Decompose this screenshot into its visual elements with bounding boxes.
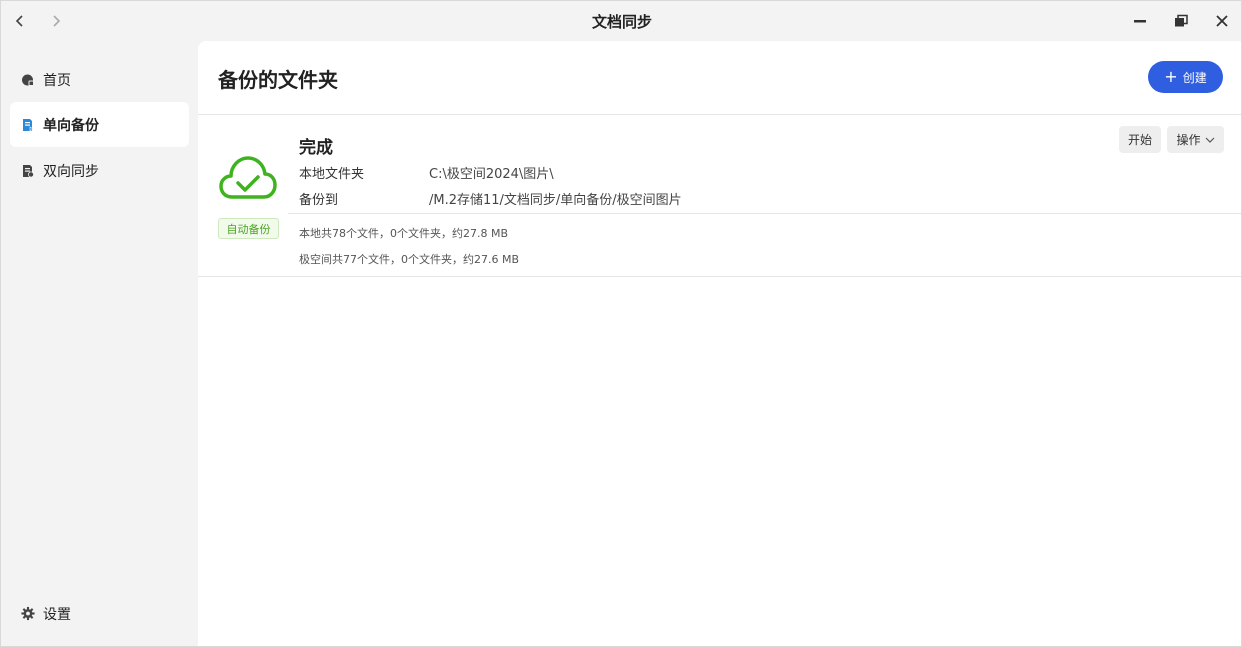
local-folder-label: 本地文件夹 [299, 167, 365, 182]
backup-target-path: /M.2存储11/文档同步/单向备份/极空间图片 [429, 193, 682, 208]
home-icon [21, 73, 35, 87]
close-button[interactable] [1210, 9, 1234, 33]
cloud-check-icon [219, 156, 277, 199]
local-folder-path: C:\极空间2024\图片\ [429, 167, 554, 182]
sidebar-item-label: 首页 [43, 72, 71, 89]
remote-stats: 极空间共77个文件，0个文件夹，约27.6 MB [299, 253, 520, 266]
task-status: 完成 [299, 138, 333, 158]
sidebar-item-label: 单向备份 [43, 117, 99, 134]
sidebar-item-two-way-sync[interactable]: 双向同步 [10, 148, 189, 193]
auto-backup-badge: 自动备份 [218, 218, 279, 239]
chevron-down-icon [1205, 136, 1215, 144]
operations-dropdown[interactable]: 操作 [1167, 126, 1224, 153]
minimize-icon [1134, 20, 1146, 23]
sidebar-item-label: 双向同步 [43, 163, 99, 180]
sidebar-item-label: 设置 [43, 606, 71, 623]
sidebar: 首页 单向备份 双向同步 设置 [1, 41, 197, 646]
start-button[interactable]: 开始 [1119, 126, 1161, 153]
restore-button[interactable] [1169, 9, 1193, 33]
sidebar-item-one-way-backup[interactable]: 单向备份 [10, 102, 189, 147]
minimize-button[interactable] [1128, 9, 1152, 33]
close-icon [1216, 15, 1228, 27]
sidebar-item-settings[interactable]: 设置 [10, 591, 189, 636]
sidebar-item-home[interactable]: 首页 [10, 57, 189, 102]
main-header: 备份的文件夹 + 创建 [198, 41, 1241, 115]
backup-task-card[interactable]: 自动备份 完成 本地文件夹 C:\极空间2024\图片\ 备份到 /M.2存储1… [198, 115, 1241, 277]
gear-icon [21, 606, 35, 621]
main-panel: 备份的文件夹 + 创建 自动备份 完成 本地文件夹 C:\极空间2024\图片\… [198, 41, 1241, 646]
operations-label: 操作 [1176, 133, 1201, 147]
divider [288, 213, 1241, 214]
restore-icon [1175, 14, 1188, 27]
plus-icon: + [1164, 67, 1178, 86]
create-button-label: 创建 [1182, 70, 1207, 85]
backup-target-label: 备份到 [299, 193, 339, 208]
sync-doc-icon [21, 164, 35, 178]
app-window: 文档同步 首页 单向备份 双向同步 设置 备份的文件夹 + 创建 自动备份 完成… [0, 0, 1242, 647]
local-stats: 本地共78个文件，0个文件夹，约27.8 MB [299, 227, 509, 240]
backup-doc-icon [21, 118, 35, 132]
window-title: 文档同步 [591, 13, 652, 31]
page-title: 备份的文件夹 [218, 68, 338, 92]
create-button[interactable]: + 创建 [1148, 61, 1223, 93]
title-bar: 文档同步 [1, 1, 1241, 41]
